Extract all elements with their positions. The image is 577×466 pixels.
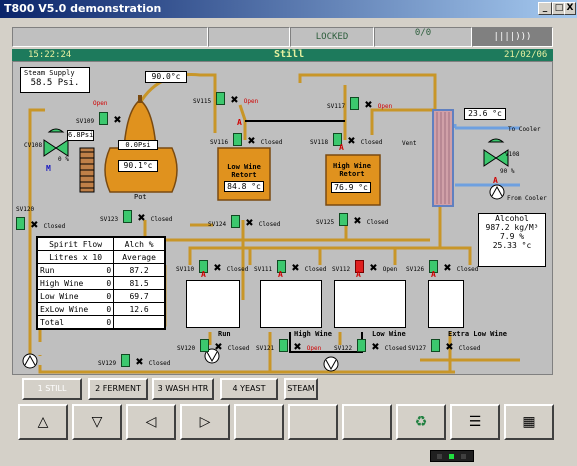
- nav-ferment[interactable]: 2 FERMENT: [88, 378, 148, 400]
- condenser-temp: 23.6 °c: [464, 108, 506, 120]
- nav-steam[interactable]: STEAM: [284, 378, 318, 400]
- valve-sv112[interactable]: SV112 ✖ Open: [332, 256, 397, 275]
- valve-sv109[interactable]: SV109 ✖: [76, 108, 122, 127]
- down-button[interactable]: ▽: [72, 404, 122, 440]
- flow-row-low-wine: Low Wine 0 69.7: [36, 289, 165, 303]
- cv108-label: CV108: [24, 142, 43, 149]
- tank-high-wine: [260, 280, 322, 328]
- valve-sv110[interactable]: SV110 ✖ Closed: [176, 256, 248, 275]
- alcohol-density: 987.2 kg/M³: [485, 223, 539, 232]
- valve-sv111[interactable]: SV111 ✖ Closed: [254, 256, 326, 275]
- valve-sv120a[interactable]: SV120 ✖ Closed: [16, 206, 65, 232]
- vent-label: Vent: [402, 140, 417, 147]
- sv126-mode[interactable]: A: [431, 270, 436, 279]
- pot-pressure: 0.0Psi: [118, 140, 158, 150]
- left-button[interactable]: ◁: [126, 404, 176, 440]
- recycle-icon[interactable]: ♻: [396, 404, 446, 440]
- flow-row-run: Run 0 87.2: [36, 263, 165, 277]
- tank-low-wine: [334, 280, 406, 328]
- led-3: [461, 454, 466, 459]
- v108-percent: 90 %: [500, 168, 515, 175]
- sv118-mode[interactable]: A: [339, 143, 344, 152]
- blank-button-2[interactable]: [288, 404, 338, 440]
- litres-header: Litres x 10: [36, 250, 115, 264]
- sv110-mode[interactable]: A: [201, 270, 206, 279]
- menu-icon[interactable]: ☰: [450, 404, 500, 440]
- spirit-flow-table: Spirit Flow Alch % Litres x 10 Average R…: [36, 236, 166, 330]
- cv108-percent: 0 %: [58, 156, 69, 163]
- valve-sv124[interactable]: SV124 ✖ Closed: [208, 211, 280, 230]
- to-cooler-label: To Cooler: [508, 126, 541, 133]
- alcohol-percent: 7.9 %: [499, 232, 525, 241]
- valve-sv120b[interactable]: SV120 ✖ Closed: [177, 335, 249, 354]
- valve-sv116[interactable]: SV116 ✖ Closed: [210, 129, 282, 148]
- pot-temp: 90.1°c: [118, 160, 158, 172]
- valve-sv126[interactable]: SV126 ✖ Closed: [406, 256, 478, 275]
- led-2: [449, 454, 454, 459]
- steam-supply-value: 58.5 Psi.: [30, 78, 80, 88]
- pot-label: Pot: [134, 193, 147, 201]
- v108-mode[interactable]: A: [493, 176, 498, 185]
- flow-row-total: Total 0: [36, 315, 165, 329]
- led-1: [437, 454, 442, 459]
- valve-sv115-indicator[interactable]: [216, 92, 226, 105]
- from-cooler-label: From Cooler: [507, 195, 547, 202]
- valve-sv122[interactable]: SV122 ✖ Closed: [334, 335, 406, 354]
- steam-supply-box: Steam Supply 58.5 Psi.: [20, 67, 90, 93]
- sv112-mode[interactable]: A: [356, 270, 361, 279]
- nav-wash-htr[interactable]: 3 WASH HTR: [152, 378, 214, 400]
- valve-sv125[interactable]: SV125 ✖ Closed: [316, 209, 388, 228]
- flow-row-high-wine: High Wine 0 81.5: [36, 276, 165, 290]
- sv116-mode[interactable]: A: [237, 118, 242, 127]
- blank-button-1[interactable]: [234, 404, 284, 440]
- high-wine-retort-label: High Wine Retort: [333, 162, 371, 178]
- alcohol-title: Alcohol: [495, 214, 529, 223]
- cv108-mode[interactable]: M: [46, 164, 51, 173]
- still-top-temp: 90.0°c: [145, 71, 187, 83]
- up-button[interactable]: △: [18, 404, 68, 440]
- right-button[interactable]: ▷: [180, 404, 230, 440]
- valve-sv115-x: ✖: [230, 95, 239, 106]
- nav-yeast[interactable]: 4 YEAST: [220, 378, 278, 400]
- blank-button-3[interactable]: [342, 404, 392, 440]
- sv109-state: Open: [93, 100, 108, 107]
- flow-row-exlow-wine: ExLow Wine 0 12.6: [36, 302, 165, 316]
- low-wine-retort-temp: 84.8 °c: [224, 181, 264, 192]
- valve-sv127[interactable]: SV127 ✖ Closed: [408, 335, 480, 354]
- valve-sv118[interactable]: SV118 ✖ Closed: [310, 129, 382, 148]
- status-leds: [430, 450, 474, 462]
- steam-supply-label: Steam Supply: [24, 69, 75, 77]
- average-header: Average: [113, 250, 165, 264]
- valve-sv121[interactable]: SV121 ✖ Open: [256, 335, 321, 354]
- alch-header: Alch %: [113, 237, 165, 251]
- alcohol-temp: 25.33 °c: [492, 241, 532, 250]
- valve-sv129[interactable]: SV129 ✖ Closed: [98, 350, 170, 369]
- tank-extra-low-wine: [428, 280, 464, 328]
- valve-sv117[interactable]: SV117 ✖ Open: [327, 93, 392, 112]
- valve-sv115[interactable]: SV115 ✖ Open: [193, 88, 258, 107]
- v108-label: V108: [505, 151, 520, 158]
- alcohol-box: Alcohol 987.2 kg/M³ 7.9 % 25.33 °c: [478, 213, 546, 267]
- sv111-mode[interactable]: A: [278, 270, 283, 279]
- tank-run: [186, 280, 240, 328]
- high-wine-retort-temp: 76.9 °c: [331, 182, 371, 193]
- nav-still[interactable]: 1 STILL: [22, 378, 82, 400]
- still-pressure-left: 6.8Psi: [67, 130, 94, 141]
- spirit-flow-header: Spirit Flow: [36, 237, 115, 251]
- valve-sv123[interactable]: SV123 ✖ Closed: [100, 206, 172, 225]
- low-wine-retort-label: Low Wine Retort: [227, 163, 261, 179]
- grid-icon[interactable]: ▦: [504, 404, 554, 440]
